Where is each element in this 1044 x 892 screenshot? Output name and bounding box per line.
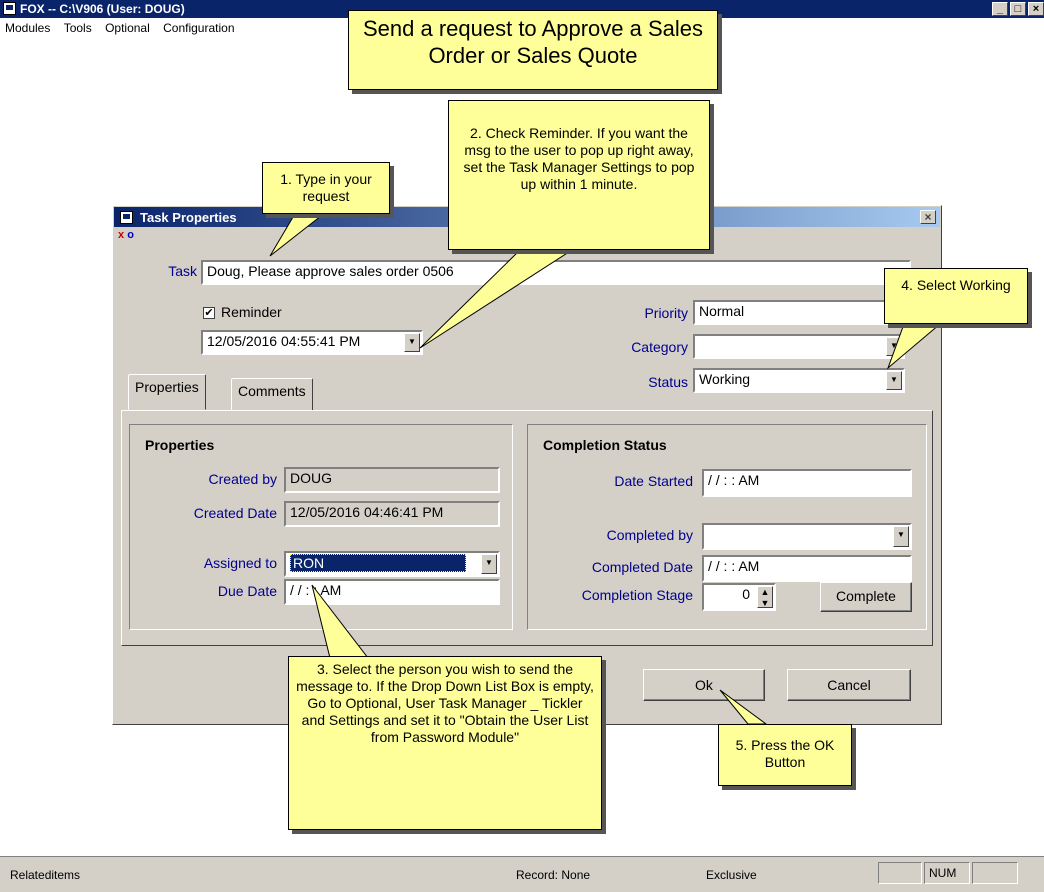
assigned-to-value: RON [290,554,466,572]
tab-properties[interactable]: Properties [128,374,206,410]
minimize-button[interactable]: _ [992,2,1008,16]
menu-tools[interactable]: Tools [59,18,97,38]
priority-label: Priority [644,305,688,321]
completion-stage-label: Completion Stage [581,587,693,603]
date-started-label: Date Started [614,473,693,489]
reminder-label: Reminder [221,304,282,320]
completion-stage-spinner[interactable]: 0 ▲ ▼ [702,583,776,611]
completion-status-heading: Completion Status [543,437,667,453]
chevron-down-icon[interactable]: ▼ [404,333,420,352]
status-empty-cell-2 [972,862,1018,884]
completed-date-input[interactable]: / / : : AM [702,555,912,582]
chevron-down-icon[interactable]: ▼ [886,371,902,390]
app-icon [3,2,16,15]
status-related-items: Relateditems [10,868,81,882]
menu-optional[interactable]: Optional [100,18,155,38]
menu-configuration[interactable]: Configuration [158,18,239,38]
priority-select[interactable]: Normal ▼ [693,300,905,325]
window-title: FOX -- C:\V906 (User: DOUG) [20,2,185,16]
completion-status-group: Completion Status Date Started / / : : A… [527,424,927,630]
created-by-field: DOUG [284,467,500,493]
step5-callout: 5. Press the OK Button [718,724,852,786]
status-record: Record: None [516,868,591,882]
status-empty-cell [878,862,922,884]
status-bar: Relateditems Record: None Exclusive NUM [0,856,1044,892]
ok-button[interactable]: Ok [643,669,765,701]
dialog-close-button[interactable]: × [920,210,936,224]
menu-modules[interactable]: Modules [0,18,55,38]
completed-date-label: Completed Date [591,559,693,575]
tab-comments[interactable]: Comments [231,378,313,411]
status-select[interactable]: Working ▼ [693,368,905,393]
created-by-label: Created by [208,471,277,487]
toolbar-mini-icons: x o [118,229,134,241]
reminder-datetime-value: 12/05/2016 04:55:41 PM [207,333,361,349]
task-label: Task [168,263,197,279]
status-mode: Exclusive [706,868,757,882]
task-input[interactable]: Doug, Please approve sales order 0506 [201,260,911,285]
cancel-button[interactable]: Cancel [787,669,911,701]
chevron-down-icon[interactable]: ▼ [481,554,497,574]
due-date-input[interactable]: / / : : AM [284,579,500,605]
status-label: Status [648,374,688,390]
category-label: Category [631,339,688,355]
created-date-field: 12/05/2016 04:46:41 PM [284,501,500,527]
chevron-down-icon[interactable]: ▼ [886,337,902,356]
circle-icon[interactable]: o [127,229,134,241]
spinner-arrows-icon[interactable]: ▲ ▼ [757,586,773,608]
task-properties-dialog: Task Properties × x o Task Doug, Please … [112,205,942,725]
properties-group: Properties Created by DOUG Created Date … [129,424,513,630]
maximize-button[interactable]: □ [1010,2,1026,16]
due-date-label: Due Date [217,583,277,599]
step2-callout: 2. Check Reminder. If you want the msg t… [448,100,710,250]
completed-by-select[interactable]: ▼ [702,523,912,550]
priority-value: Normal [699,303,745,319]
date-started-input[interactable]: / / : : AM [702,469,912,497]
chevron-down-icon[interactable]: ▼ [893,526,909,547]
dialog-title: Task Properties [140,210,237,225]
delete-icon[interactable]: x [118,229,124,241]
step1-callout: 1. Type in your request [262,162,390,214]
completion-stage-value: 0 [742,586,750,602]
status-num: NUM [924,862,970,884]
dialog-icon [120,211,133,224]
close-button[interactable]: × [1028,2,1044,16]
reminder-checkbox[interactable]: ✔ [203,307,215,319]
assigned-to-label: Assigned to [203,555,277,571]
category-select[interactable]: ▼ [693,334,905,359]
assigned-to-select[interactable]: RON ▼ [284,551,500,577]
status-value: Working [699,371,751,387]
complete-button[interactable]: Complete [820,582,912,612]
completed-by-label: Completed by [606,527,693,543]
created-date-label: Created Date [193,505,277,521]
reminder-datetime-picker[interactable]: 12/05/2016 04:55:41 PM ▼ [201,330,423,355]
window-controls: _ □ × [990,1,1044,16]
step4-callout: 4. Select Working [884,268,1028,324]
title-callout: Send a request to Approve a Sales Order … [348,10,718,90]
step3-callout: 3. Select the person you wish to send th… [288,656,602,830]
properties-heading: Properties [145,437,215,453]
